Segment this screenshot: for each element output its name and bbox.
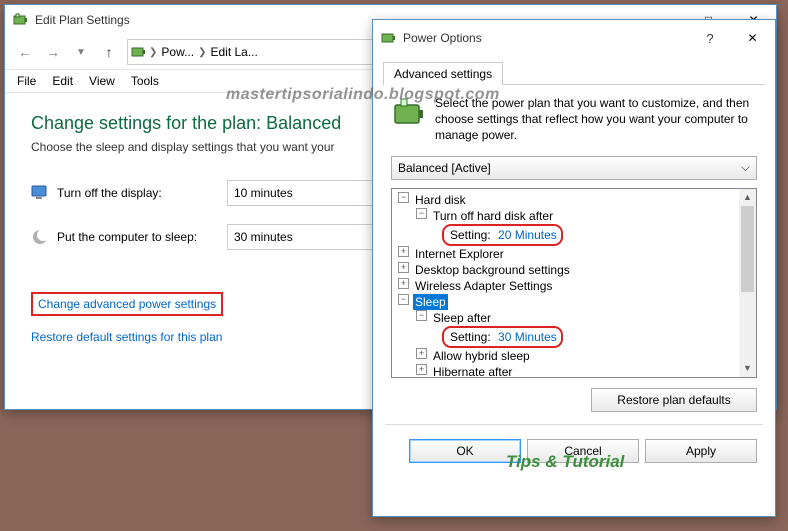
sleep-label: Put the computer to sleep: bbox=[57, 230, 227, 244]
display-value: 10 minutes bbox=[234, 186, 293, 200]
tree-turnoff-hd[interactable]: Turn off hard disk after bbox=[431, 208, 555, 224]
scroll-down-icon[interactable]: ▼ bbox=[739, 360, 756, 377]
expand-icon[interactable]: + bbox=[416, 348, 427, 359]
ok-button[interactable]: OK bbox=[409, 439, 521, 463]
tree-wireless[interactable]: Wireless Adapter Settings bbox=[413, 278, 554, 294]
power-plan-select[interactable]: Balanced [Active] bbox=[391, 156, 757, 180]
dialog-title: Power Options bbox=[403, 31, 482, 45]
sleep-setting-highlight: Setting: 30 Minutes bbox=[442, 326, 563, 348]
plan-value: Balanced [Active] bbox=[398, 161, 491, 175]
tree-hibernate[interactable]: Hibernate after bbox=[431, 364, 514, 377]
collapse-icon[interactable]: − bbox=[398, 192, 409, 203]
tree-desktop-bg[interactable]: Desktop background settings bbox=[413, 262, 572, 278]
expand-icon[interactable]: + bbox=[398, 278, 409, 289]
restore-plan-defaults-button[interactable]: Restore plan defaults bbox=[591, 388, 757, 412]
collapse-icon[interactable]: − bbox=[398, 294, 409, 305]
crumb-power[interactable]: Pow... bbox=[157, 45, 198, 59]
dialog-close-button[interactable]: ✕ bbox=[730, 20, 775, 56]
advanced-power-settings-link[interactable]: Change advanced power settings bbox=[31, 292, 223, 316]
settings-tree-box: −Hard disk −Turn off hard disk after Set… bbox=[391, 188, 757, 378]
back-arrow-icon[interactable]: ← bbox=[11, 38, 39, 66]
sleep-setting-label[interactable]: Setting: bbox=[448, 330, 493, 344]
menu-tools[interactable]: Tools bbox=[123, 72, 167, 90]
restore-row: Restore plan defaults bbox=[373, 378, 775, 418]
expand-icon[interactable]: + bbox=[398, 246, 409, 257]
hd-setting-label[interactable]: Setting: bbox=[448, 228, 493, 242]
scroll-up-icon[interactable]: ▲ bbox=[739, 189, 756, 206]
window-title: Edit Plan Settings bbox=[35, 13, 130, 27]
menu-view[interactable]: View bbox=[81, 72, 123, 90]
battery-icon bbox=[381, 30, 397, 46]
monitor-icon bbox=[31, 184, 49, 202]
menu-edit[interactable]: Edit bbox=[44, 72, 81, 90]
moon-icon bbox=[31, 228, 49, 246]
forward-arrow-icon[interactable]: → bbox=[39, 38, 67, 66]
collapse-icon[interactable]: − bbox=[416, 310, 427, 321]
power-options-dialog: Power Options ? ✕ Advanced settings Sele… bbox=[372, 19, 776, 517]
settings-tree[interactable]: −Hard disk −Turn off hard disk after Set… bbox=[392, 189, 739, 377]
hd-setting-highlight: Setting: 20 Minutes bbox=[442, 224, 563, 246]
dialog-controls: ? ✕ bbox=[690, 20, 775, 56]
tree-sleep-after[interactable]: Sleep after bbox=[431, 310, 493, 326]
collapse-icon[interactable]: − bbox=[416, 208, 427, 219]
scroll-thumb[interactable] bbox=[741, 206, 754, 292]
tree-scrollbar[interactable]: ▲ ▼ bbox=[739, 189, 756, 377]
apply-button[interactable]: Apply bbox=[645, 439, 757, 463]
display-label: Turn off the display: bbox=[57, 186, 227, 200]
battery-icon bbox=[391, 95, 427, 131]
sleep-value: 30 minutes bbox=[234, 230, 293, 244]
dialog-footer: OK Cancel Apply bbox=[373, 431, 775, 473]
chevron-right-icon[interactable]: ❯ bbox=[149, 47, 157, 58]
tab-advanced-settings[interactable]: Advanced settings bbox=[383, 62, 503, 85]
chevron-right-icon[interactable]: ❯ bbox=[198, 47, 206, 58]
cancel-button[interactable]: Cancel bbox=[527, 439, 639, 463]
sleep-setting-value[interactable]: 30 Minutes bbox=[498, 330, 557, 344]
recent-dropdown-icon[interactable]: ▼ bbox=[67, 38, 95, 66]
crumb-edit[interactable]: Edit La... bbox=[206, 45, 261, 59]
tree-internet-explorer[interactable]: Internet Explorer bbox=[413, 246, 506, 262]
expand-icon[interactable]: + bbox=[398, 262, 409, 273]
tab-strip: Advanced settings bbox=[373, 56, 775, 85]
battery-icon bbox=[131, 44, 147, 60]
battery-icon bbox=[13, 12, 29, 28]
tree-hard-disk[interactable]: Hard disk bbox=[413, 192, 468, 208]
dialog-description: Select the power plan that you want to c… bbox=[435, 95, 753, 144]
up-arrow-icon[interactable]: ↑ bbox=[95, 38, 123, 66]
expand-icon[interactable]: + bbox=[416, 364, 427, 375]
tree-allow-hybrid[interactable]: Allow hybrid sleep bbox=[431, 348, 532, 364]
description-row: Select the power plan that you want to c… bbox=[373, 85, 775, 154]
hd-setting-value[interactable]: 20 Minutes bbox=[498, 228, 557, 242]
menu-file[interactable]: File bbox=[9, 72, 44, 90]
divider bbox=[385, 424, 763, 425]
tree-sleep[interactable]: Sleep bbox=[413, 294, 448, 310]
help-button[interactable]: ? bbox=[690, 20, 730, 56]
dialog-titlebar: Power Options ? ✕ bbox=[373, 20, 775, 56]
